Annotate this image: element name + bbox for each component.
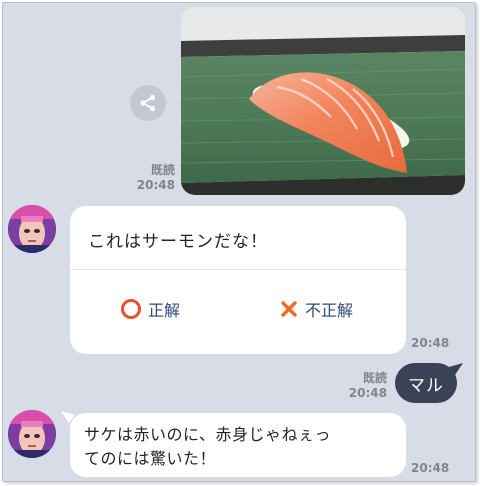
answer-incorrect-button[interactable]: 不正解: [279, 293, 353, 325]
bubble-tail: [449, 363, 463, 375]
read-receipt: 既読: [362, 371, 387, 385]
share-button[interactable]: [130, 85, 166, 121]
message-time: 20:48: [136, 178, 175, 192]
bot-avatar-icon: [8, 205, 56, 253]
divider: [70, 269, 406, 270]
bot-message-line: サケは赤いのに、赤身じゃねぇっ: [84, 425, 332, 444]
user-message-meta: 既読 20:48: [333, 371, 387, 401]
message-time: 20:48: [411, 336, 450, 350]
photo-message[interactable]: [181, 7, 465, 195]
message-time: 20:48: [348, 386, 387, 400]
bot-message-text: サケは赤いのに、赤身じゃねぇっ てのには驚いた！: [84, 423, 331, 471]
answer-incorrect-label: 不正解: [305, 301, 354, 320]
circle-icon: [121, 299, 141, 319]
user-message-text: マル: [408, 375, 444, 396]
read-receipt: 既読: [150, 163, 175, 177]
message-time: 20:48: [411, 461, 450, 475]
user-message-bubble[interactable]: マル: [395, 363, 457, 403]
quiz-message-meta: 20:48: [411, 336, 451, 351]
quiz-question: これはサーモンだな！: [88, 232, 268, 252]
avatar[interactable]: [8, 205, 56, 253]
answer-correct-button[interactable]: 正解: [120, 293, 180, 325]
answer-correct-label: 正解: [148, 301, 181, 320]
quiz-message-card: これはサーモンだな！: [70, 206, 406, 354]
photo-message-meta: 既読 20:48: [121, 163, 175, 193]
salmon-sushi-image: [181, 7, 465, 195]
avatar[interactable]: [8, 410, 56, 458]
bot-message-bubble[interactable]: サケは赤いのに、赤身じゃねぇっ てのには驚いた！: [70, 413, 406, 477]
bot-message-line: てのには驚いた！: [84, 449, 217, 468]
share-icon: [140, 94, 156, 112]
chat-window: 既読 20:48 これはサーモンだな！ 正解 不正解 20:48 既読 20:4…: [2, 2, 476, 482]
bot-avatar-icon: [8, 410, 56, 458]
bot-message-meta: 20:48: [411, 461, 451, 476]
cross-icon: [281, 301, 297, 317]
